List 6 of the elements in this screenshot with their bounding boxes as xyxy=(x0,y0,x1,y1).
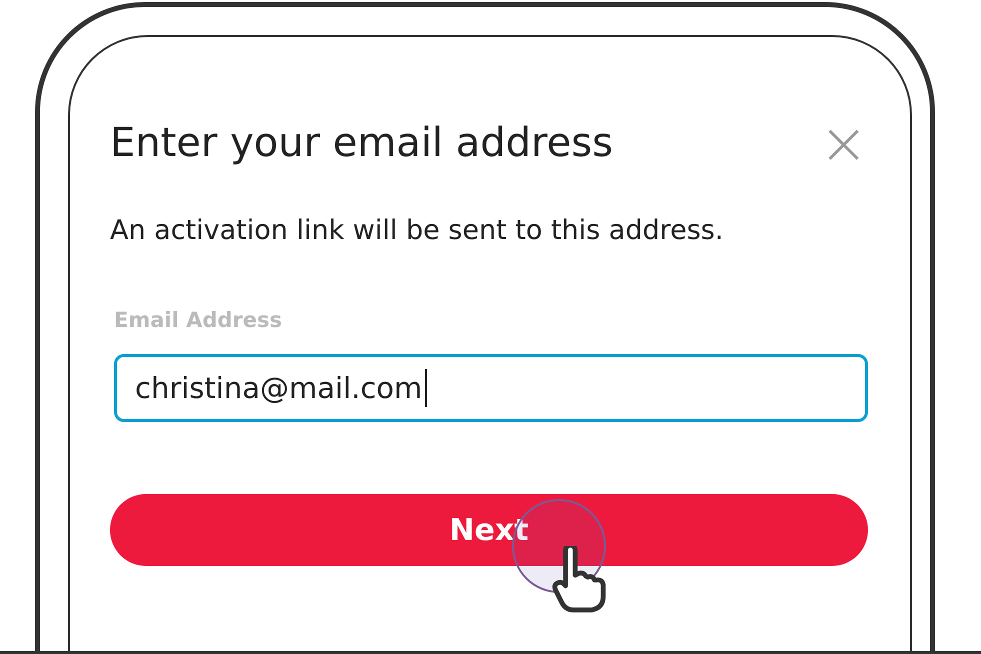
email-field[interactable]: christina@mail.com xyxy=(114,354,868,422)
dialog-message: An activation link will be sent to this address. xyxy=(110,215,724,246)
next-button[interactable]: Next xyxy=(110,494,868,566)
close-button[interactable]: × xyxy=(819,118,868,168)
field-label: Email Address xyxy=(114,308,284,332)
dialog-title: Enter your email address xyxy=(110,119,613,168)
